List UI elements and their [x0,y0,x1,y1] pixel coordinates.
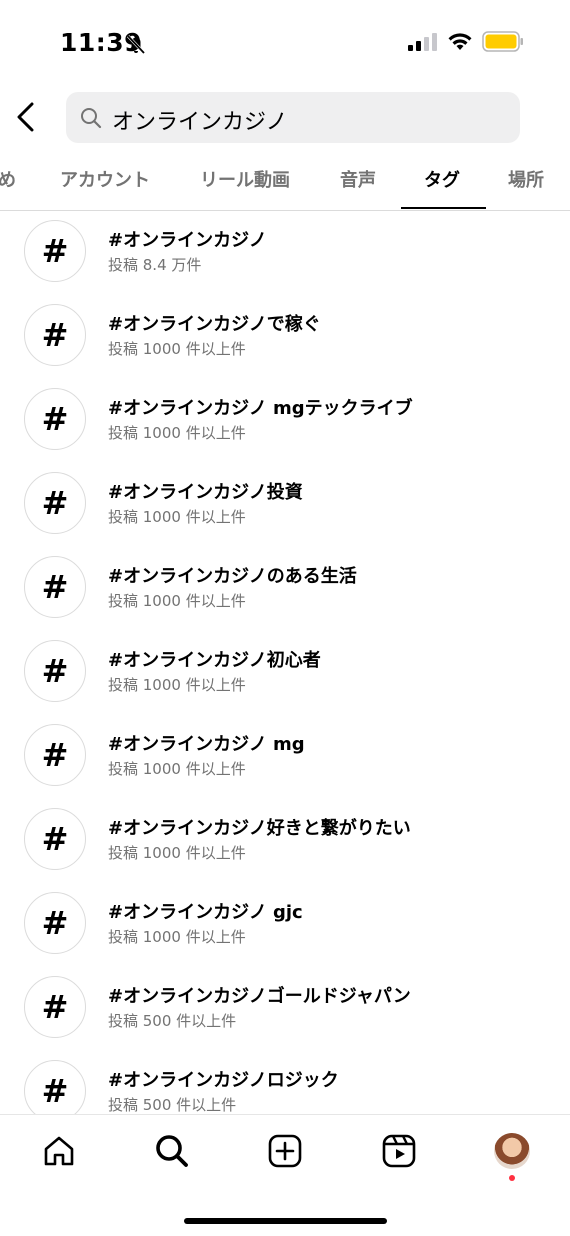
hashtag-icon: # [24,1060,86,1114]
tag-result-item[interactable]: # #オンラインカジノ mg 投稿 1000 件以上件 [0,714,570,798]
tag-name: #オンラインカジノロジック [108,1070,339,1091]
search-tabs: め アカウント リール動画 音声 タグ 場所 [0,152,570,211]
tab-audio[interactable]: 音声 [340,166,376,192]
tag-post-count: 投稿 1000 件以上件 [108,424,246,442]
profile-avatar[interactable] [494,1133,530,1169]
tag-results-list: # #オンラインカジノ 投稿 8.4 万件 # #オンラインカジノで稼ぐ 投稿 … [0,210,570,1114]
tag-result-item[interactable]: # #オンラインカジノ 投稿 8.4 万件 [0,210,570,294]
hashtag-icon: # [24,724,86,786]
tag-result-item[interactable]: # #オンラインカジノのある生活 投稿 1000 件以上件 [0,546,570,630]
battery-icon [482,30,524,58]
tab-tags[interactable]: タグ [424,166,460,192]
tag-result-item[interactable]: # #オンラインカジノ mgテックライブ 投稿 1000 件以上件 [0,378,570,462]
hashtag-icon: # [24,808,86,870]
hashtag-icon: # [24,472,86,534]
tag-post-count: 投稿 1000 件以上件 [108,340,246,358]
hashtag-icon: # [24,388,86,450]
cellular-signal-icon [408,32,438,56]
tag-name: #オンラインカジノ [108,230,267,251]
hashtag-icon: # [24,220,86,282]
tag-name: #オンラインカジノのある生活 [108,566,357,587]
tag-name: #オンラインカジノ gjc [108,902,303,923]
home-indicator [184,1218,387,1224]
tag-result-item[interactable]: # #オンラインカジノ gjc 投稿 1000 件以上件 [0,882,570,966]
back-button[interactable] [12,100,42,134]
tag-post-count: 投稿 8.4 万件 [108,256,202,274]
tag-post-count: 投稿 1000 件以上件 [108,928,246,946]
notification-dot [509,1175,515,1181]
wifi-icon [447,30,473,56]
tag-result-item[interactable]: # #オンラインカジノゴールドジャパン 投稿 500 件以上件 [0,966,570,1050]
tag-result-item[interactable]: # #オンラインカジノロジック 投稿 500 件以上件 [0,1050,570,1114]
tag-name: #オンラインカジノ好きと繋がりたい [108,818,411,839]
tag-name: #オンラインカジノで稼ぐ [108,314,321,335]
tag-result-item[interactable]: # #オンラインカジノ初心者 投稿 1000 件以上件 [0,630,570,714]
hashtag-icon: # [24,640,86,702]
tag-name: #オンラインカジノ mg [108,734,305,755]
status-bar: 11:39 [0,0,570,88]
tab-accounts[interactable]: アカウント [60,166,150,192]
search-query-text[interactable]: オンラインカジノ [112,104,288,136]
tag-post-count: 投稿 1000 件以上件 [108,592,246,610]
hashtag-icon: # [24,976,86,1038]
hashtag-icon: # [24,892,86,954]
tag-name: #オンラインカジノゴールドジャパン [108,986,411,1007]
search-nav-icon[interactable] [154,1133,190,1169]
tag-post-count: 投稿 500 件以上件 [108,1012,237,1030]
tag-name: #オンラインカジノ mgテックライブ [108,398,413,419]
hashtag-icon: # [24,556,86,618]
search-input[interactable]: オンラインカジノ [66,92,520,143]
tag-post-count: 投稿 1000 件以上件 [108,844,246,862]
tab-reels[interactable]: リール動画 [200,166,290,192]
search-icon [80,107,102,133]
hashtag-icon: # [24,304,86,366]
tag-result-item[interactable]: # #オンラインカジノで稼ぐ 投稿 1000 件以上件 [0,294,570,378]
home-icon[interactable] [41,1133,77,1169]
tag-name: #オンラインカジノ初心者 [108,650,321,671]
tab-recommended[interactable]: め [0,166,16,192]
create-post-icon[interactable] [267,1133,303,1169]
tag-result-item[interactable]: # #オンラインカジノ好きと繋がりたい 投稿 1000 件以上件 [0,798,570,882]
chevron-left-icon [12,102,42,138]
bell-muted-icon [124,32,148,60]
active-tab-indicator [401,207,486,209]
tag-name: #オンラインカジノ投資 [108,482,303,503]
tag-post-count: 投稿 1000 件以上件 [108,760,246,778]
tag-result-item[interactable]: # #オンラインカジノ投資 投稿 1000 件以上件 [0,462,570,546]
tab-places[interactable]: 場所 [508,166,544,192]
reels-icon[interactable] [381,1133,417,1169]
tag-post-count: 投稿 500 件以上件 [108,1096,237,1114]
tag-post-count: 投稿 1000 件以上件 [108,508,246,526]
tag-post-count: 投稿 1000 件以上件 [108,676,246,694]
